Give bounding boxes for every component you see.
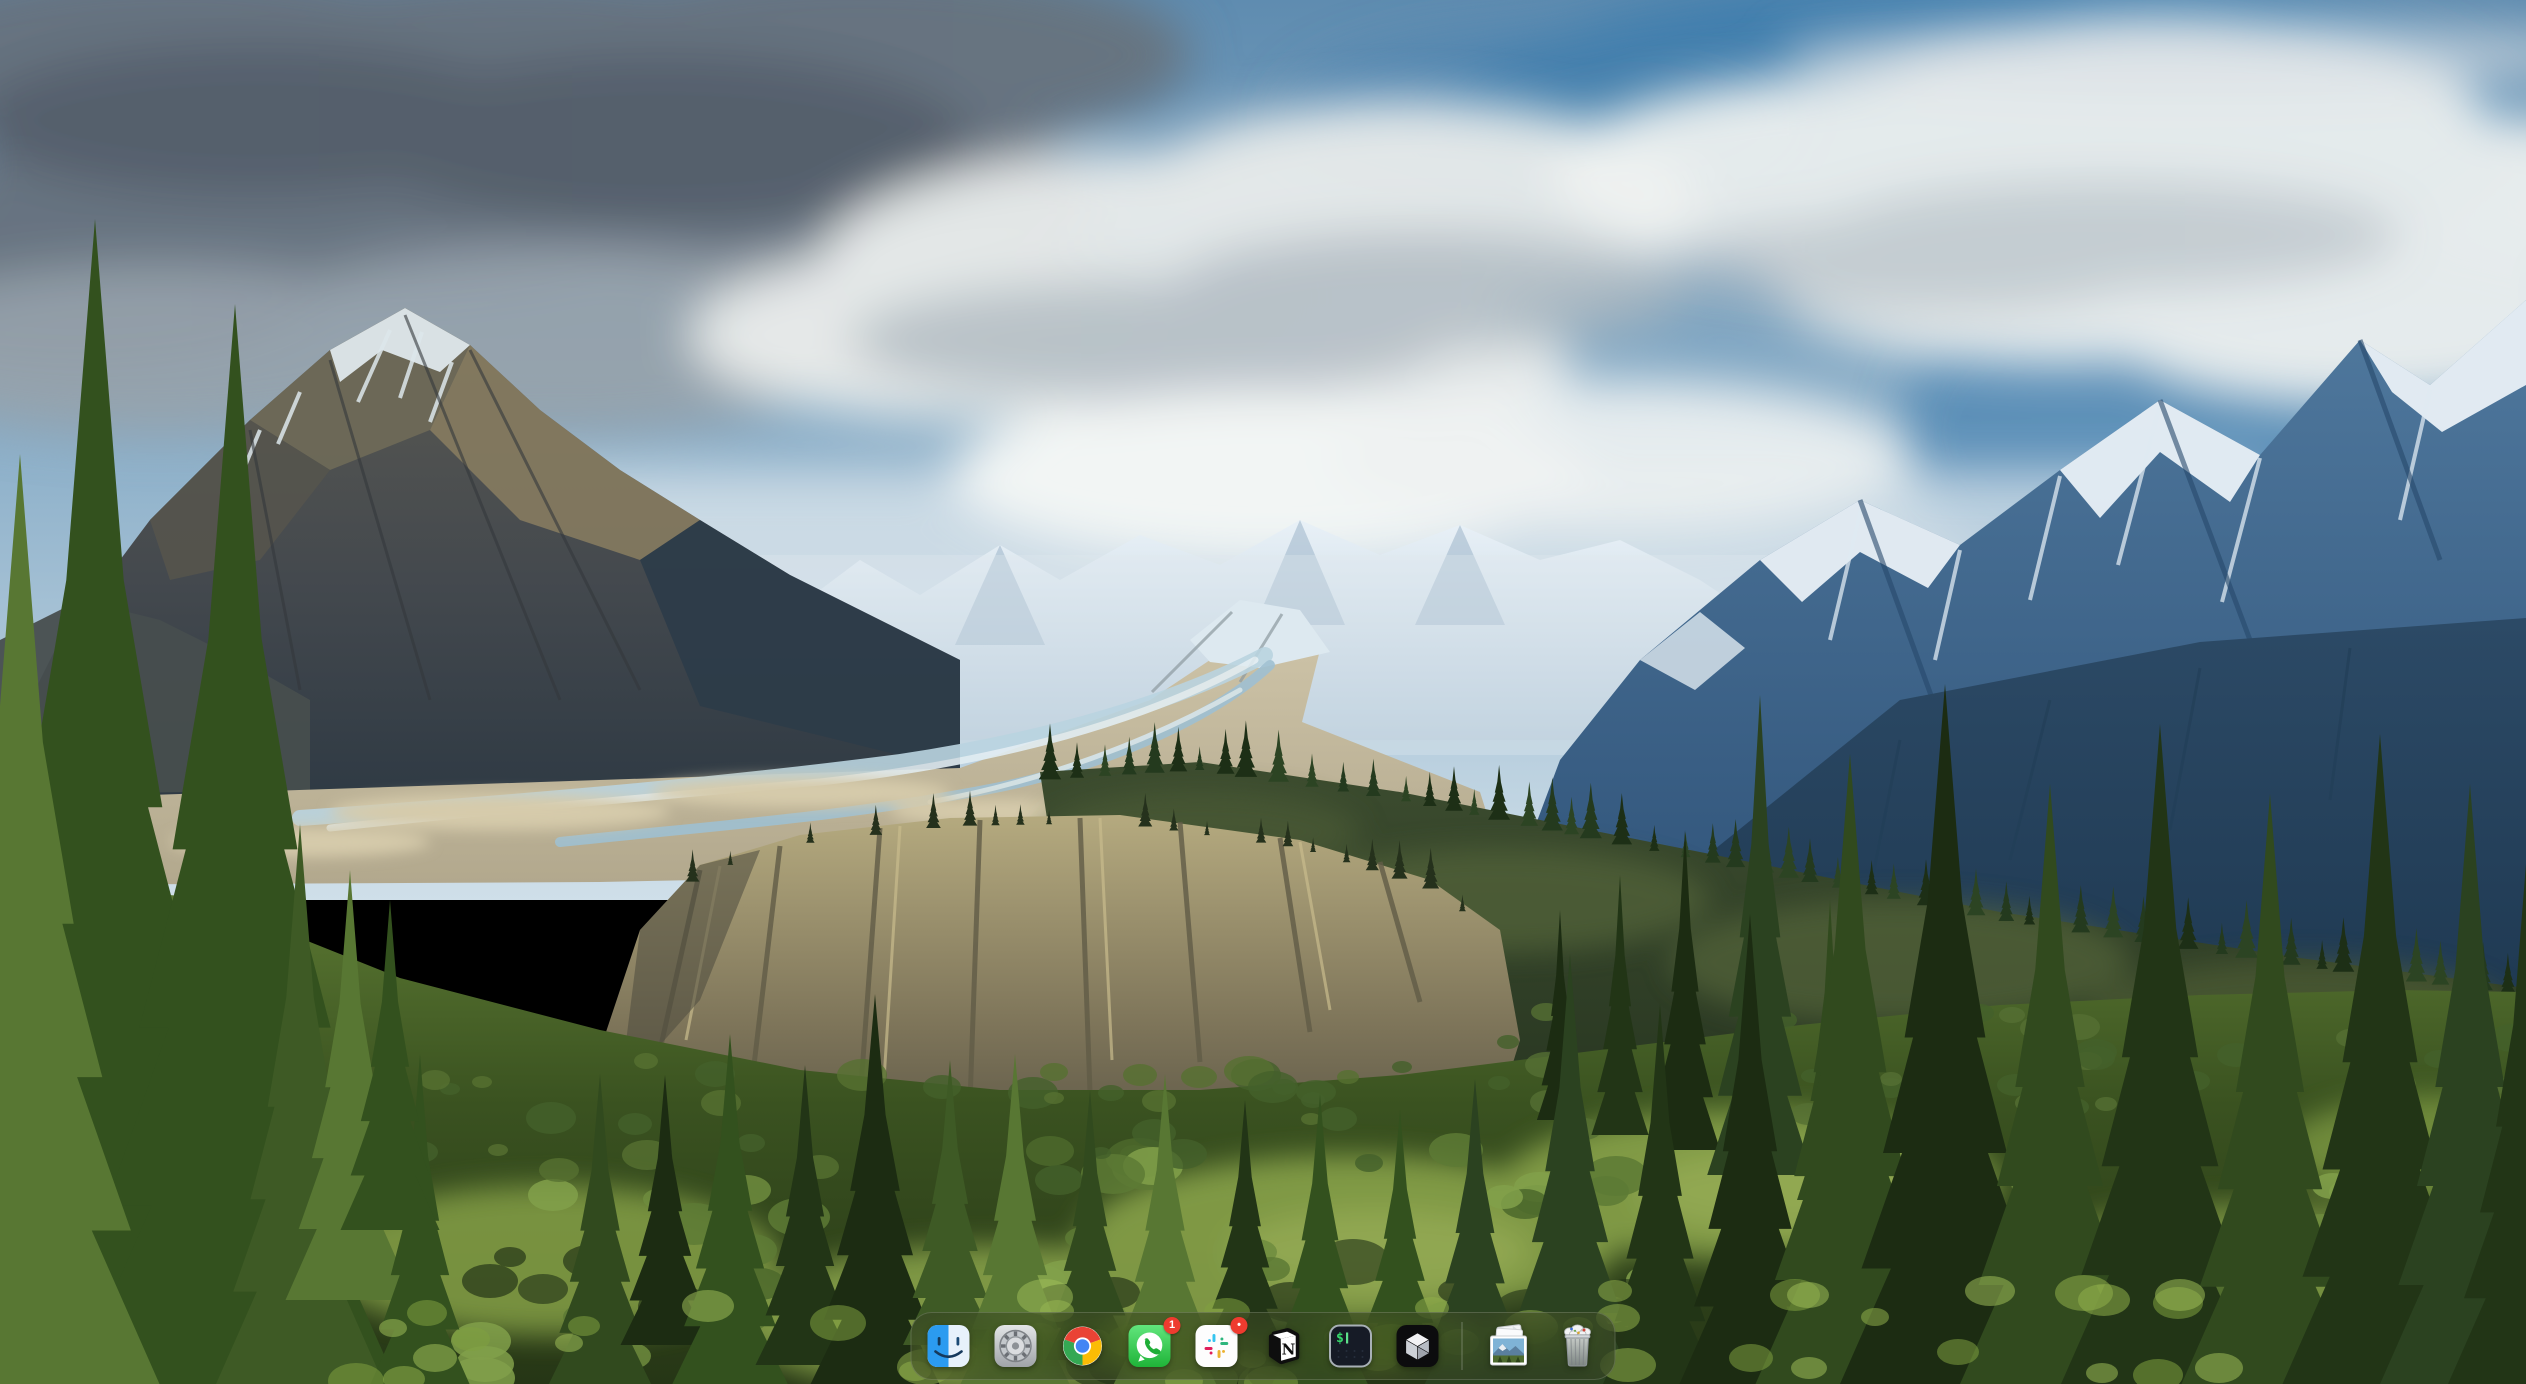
dock-icon-finder[interactable] [925, 1322, 973, 1370]
svg-text:N: N [1282, 1341, 1296, 1359]
desktop: 1 • [0, 0, 2526, 1384]
dock-divider [1462, 1322, 1463, 1370]
dock-icon-system-settings[interactable] [992, 1322, 1040, 1370]
terminal-icon: $ [1327, 1322, 1375, 1370]
downloads-stack-icon [1483, 1322, 1535, 1374]
dock-icon-slack[interactable]: • [1193, 1322, 1241, 1370]
dock-icon-trash[interactable] [1554, 1322, 1602, 1370]
notion-icon: N [1260, 1322, 1308, 1370]
finder-icon [925, 1322, 973, 1370]
dock-icon-notion[interactable]: N [1260, 1322, 1308, 1370]
dock-icon-whatsapp[interactable]: 1 [1126, 1322, 1174, 1370]
dock: 1 • [911, 1312, 1616, 1380]
notification-badge: 1 [1164, 1317, 1181, 1334]
wallpaper-mountain-landscape [0, 0, 2526, 1384]
notification-badge: • [1231, 1317, 1248, 1334]
dock-icon-terminal[interactable]: $ [1327, 1322, 1375, 1370]
dock-stack-downloads[interactable] [1483, 1322, 1535, 1370]
svg-text:$: $ [1336, 1331, 1344, 1346]
chrome-icon [1059, 1322, 1107, 1370]
cursor-icon [1394, 1322, 1442, 1370]
dock-icon-chrome[interactable] [1059, 1322, 1107, 1370]
dock-icon-cursor[interactable] [1394, 1322, 1442, 1370]
trash-full-icon [1554, 1322, 1602, 1370]
settings-gear-icon [992, 1322, 1040, 1370]
